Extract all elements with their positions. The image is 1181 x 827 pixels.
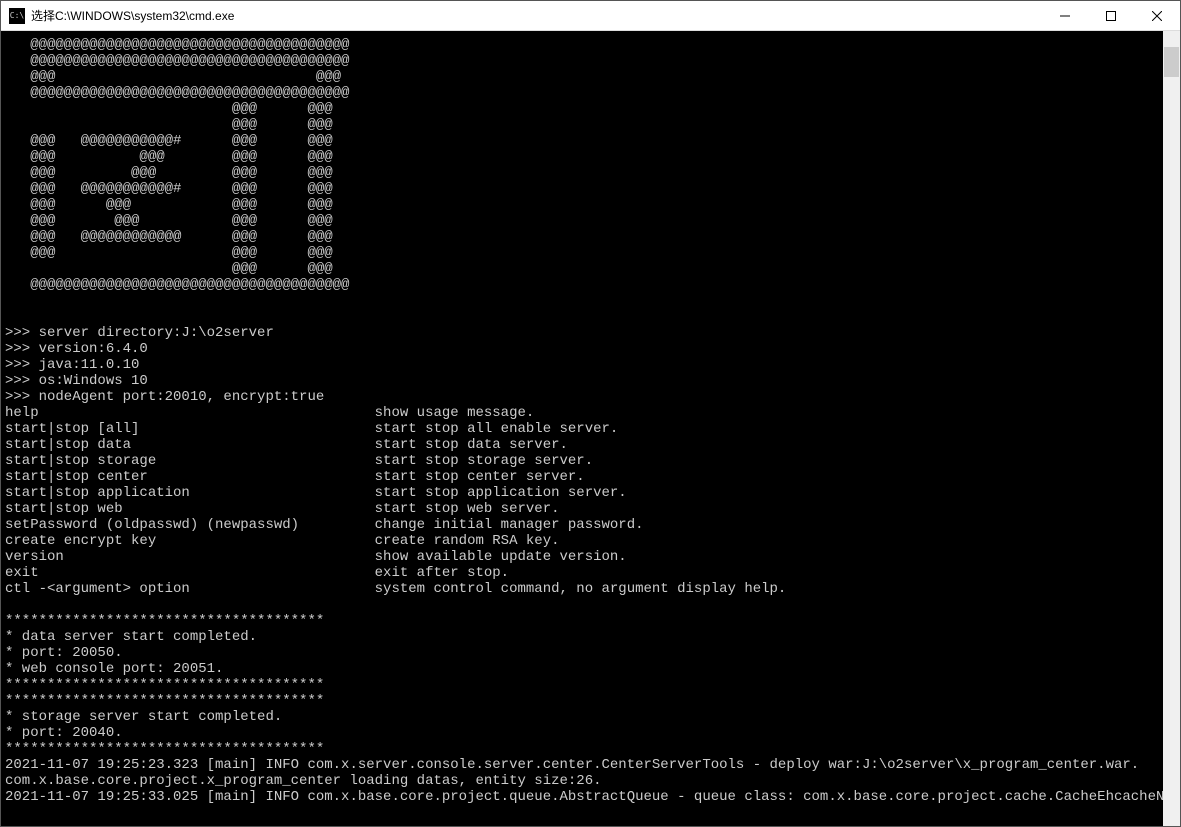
scrollbar[interactable] xyxy=(1163,31,1180,826)
maximize-button[interactable] xyxy=(1088,1,1134,31)
terminal-wrapper: @@@@@@@@@@@@@@@@@@@@@@@@@@@@@@@@@@@@@@ @… xyxy=(1,31,1180,826)
terminal-output[interactable]: @@@@@@@@@@@@@@@@@@@@@@@@@@@@@@@@@@@@@@ @… xyxy=(1,31,1163,826)
titlebar[interactable]: C:\ 选择C:\WINDOWS\system32\cmd.exe xyxy=(1,1,1180,31)
window-title: 选择C:\WINDOWS\system32\cmd.exe xyxy=(31,7,1042,24)
maximize-icon xyxy=(1106,11,1116,21)
close-button[interactable] xyxy=(1134,1,1180,31)
minimize-button[interactable] xyxy=(1042,1,1088,31)
minimize-icon xyxy=(1060,11,1070,21)
scrollbar-thumb[interactable] xyxy=(1164,47,1179,77)
close-icon xyxy=(1152,11,1162,21)
cmd-window: C:\ 选择C:\WINDOWS\system32\cmd.exe @@@@@@… xyxy=(0,0,1181,827)
cmd-icon: C:\ xyxy=(9,8,25,24)
window-controls xyxy=(1042,1,1180,31)
